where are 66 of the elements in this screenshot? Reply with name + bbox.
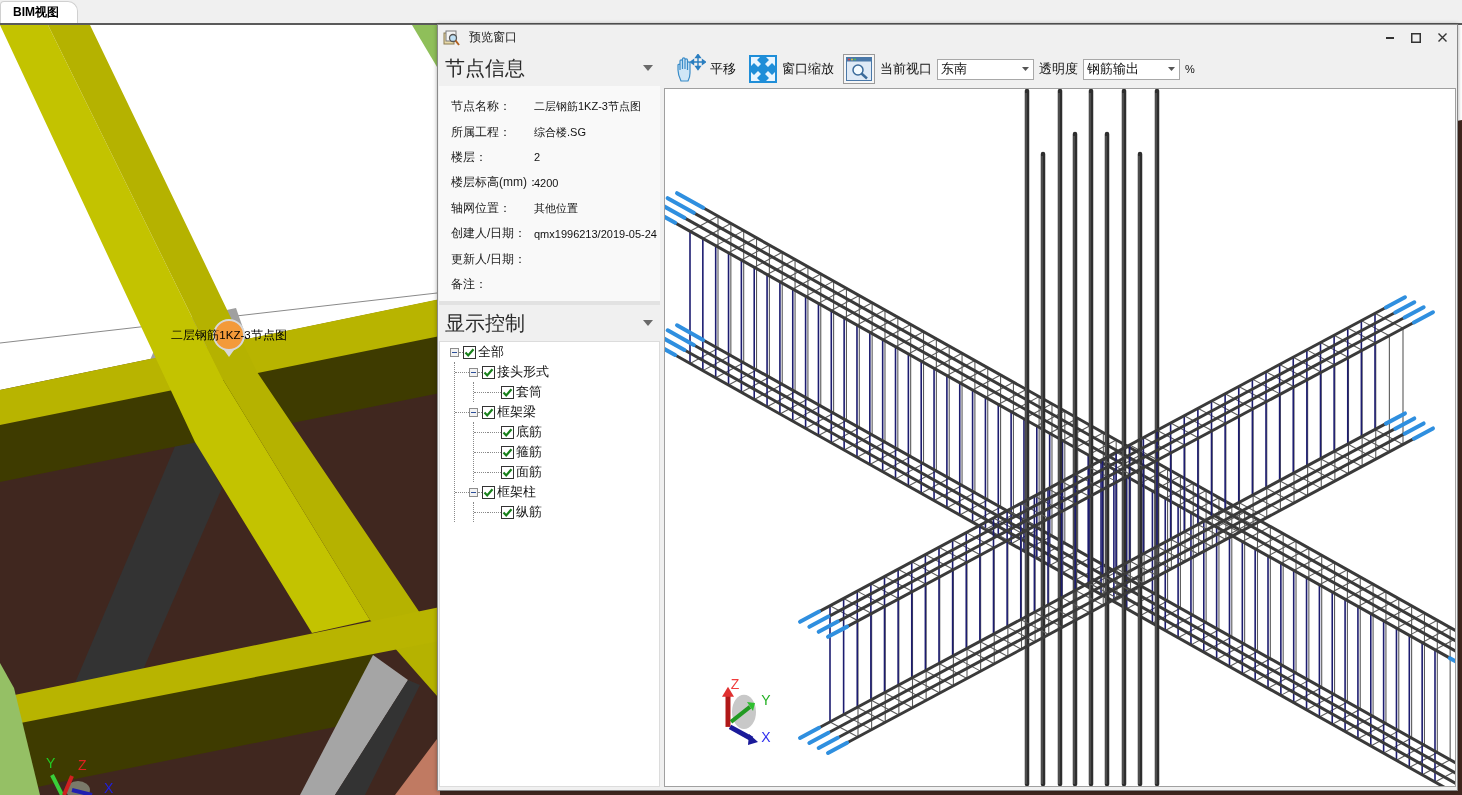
- field-label: 备注：: [451, 275, 488, 293]
- window-magnifier-icon: [846, 57, 872, 81]
- checkbox[interactable]: [501, 465, 514, 479]
- checkbox[interactable]: [501, 385, 514, 399]
- tree-item-label[interactable]: 套筒: [516, 383, 542, 401]
- panel-heading: 节点信息: [445, 55, 525, 81]
- collapse-icon[interactable]: [469, 407, 478, 417]
- field-value: 4200: [534, 176, 560, 189]
- tree-item-label[interactable]: 框架柱: [497, 483, 536, 501]
- picture-magnifier-icon: [443, 29, 460, 46]
- field-label: 楼层标高(mm)：: [451, 174, 534, 192]
- field-label: 更新人/日期：: [451, 250, 528, 268]
- unit-label: %: [1185, 63, 1195, 75]
- tree-item-label[interactable]: 底筋: [516, 423, 542, 441]
- field-label: 轴网位置：: [451, 199, 512, 217]
- field-value: 其他位置: [534, 200, 579, 216]
- axis-label: Y: [761, 691, 771, 708]
- minimize-icon: [1386, 36, 1394, 39]
- maximize-icon: [1411, 32, 1421, 43]
- field-value: 二层钢筋1KZ-3节点图: [534, 99, 642, 115]
- checkbox[interactable]: [463, 345, 476, 359]
- view-select[interactable]: 东南: [937, 58, 1034, 80]
- close-icon: [1437, 33, 1447, 42]
- expand-arrows-icon: [749, 55, 777, 83]
- axis-label: Z: [730, 675, 740, 692]
- tree-item-label[interactable]: 框架梁: [497, 403, 536, 421]
- collapse-icon[interactable]: [469, 367, 478, 377]
- transparency-select[interactable]: 钢筋输出: [1083, 58, 1180, 80]
- axis-gizmo-icon: [50, 774, 93, 795]
- axis-label: Z: [78, 757, 87, 773]
- field-label: 所属工程：: [451, 123, 512, 141]
- field-value: qmx1996213/2019-05-24: [534, 227, 658, 240]
- checkbox[interactable]: [482, 485, 495, 499]
- axis-label: Y: [46, 755, 56, 771]
- panel-heading: 显示控制: [445, 310, 525, 336]
- window-title: 预览窗口: [469, 29, 517, 46]
- field-value: 2: [534, 151, 542, 164]
- tree-item-label[interactable]: 全部: [478, 343, 504, 361]
- dropdown-caret-icon[interactable]: [643, 320, 653, 326]
- view-button[interactable]: [843, 54, 875, 84]
- view-tab[interactable]: BIM视图: [0, 1, 78, 23]
- checkbox[interactable]: [501, 445, 514, 459]
- tree-item-label[interactable]: 纵筋: [516, 503, 542, 521]
- checkbox[interactable]: [482, 365, 495, 379]
- axis-label: X: [761, 728, 771, 745]
- pan-button[interactable]: 平移: [672, 52, 740, 86]
- zoom-window-button[interactable]: 窗口缩放: [745, 52, 838, 86]
- collapse-icon[interactable]: [450, 347, 459, 357]
- axis-label: X: [104, 780, 114, 795]
- checkbox[interactable]: [501, 505, 514, 519]
- collapse-icon[interactable]: [469, 487, 478, 497]
- caret-icon[interactable]: [1022, 67, 1029, 71]
- checkbox[interactable]: [501, 425, 514, 439]
- checkbox[interactable]: [482, 405, 495, 419]
- transparency-label: 透明度: [1039, 60, 1078, 78]
- tree-item-label[interactable]: 接头形式: [497, 363, 549, 381]
- dropdown-caret-icon[interactable]: [643, 65, 653, 71]
- tree-item-label[interactable]: 面筋: [516, 463, 542, 481]
- view-label: 当前视口: [880, 60, 932, 78]
- field-label: 节点名称：: [451, 98, 512, 116]
- field-value: 综合楼.SG: [534, 124, 587, 140]
- tree-item-label[interactable]: 箍筋: [516, 443, 542, 461]
- hand-move-icon: [676, 54, 706, 84]
- field-label: 楼层：: [451, 148, 488, 166]
- caret-icon[interactable]: [1168, 67, 1175, 71]
- field-label: 创建人/日期：: [451, 225, 528, 243]
